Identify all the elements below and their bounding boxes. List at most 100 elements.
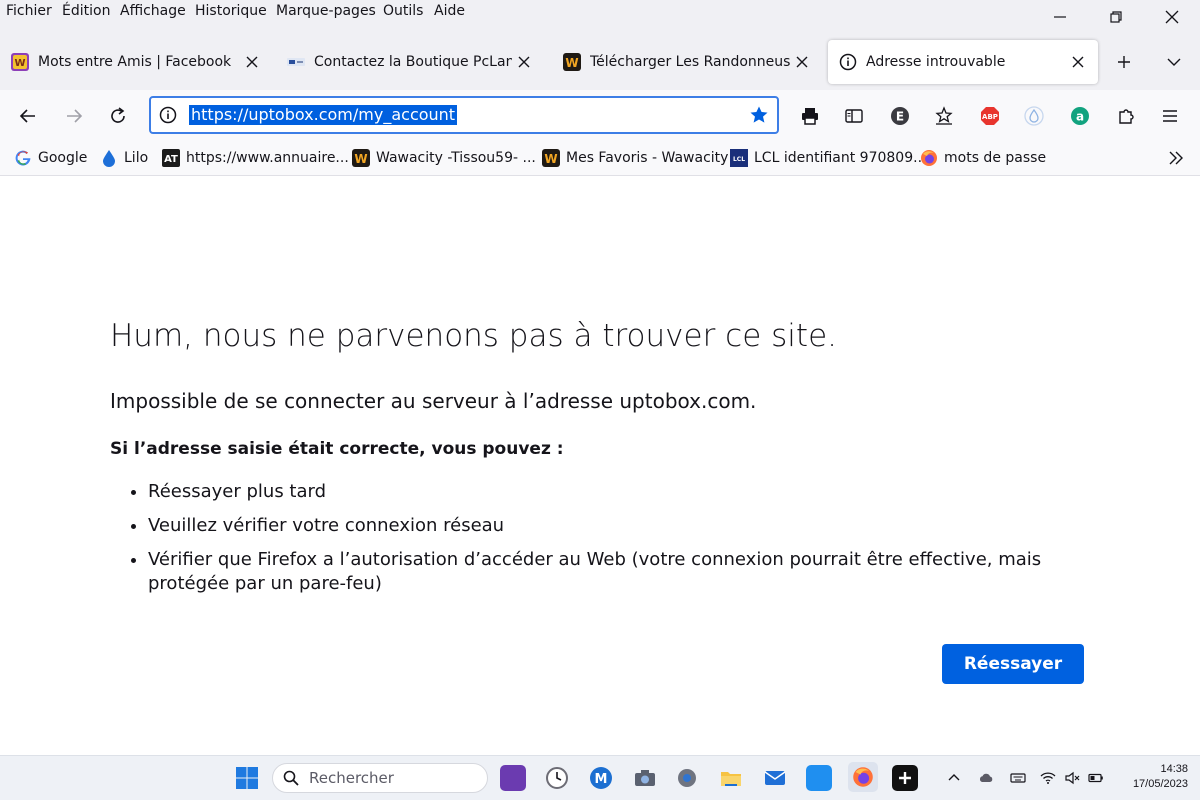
tab-adresse-introuvable[interactable]: Adresse introuvable (828, 40, 1098, 84)
extension-star-button[interactable] (930, 102, 958, 130)
url-text[interactable]: https://uptobox.com/my_account (189, 105, 458, 125)
tab-close-button[interactable] (512, 50, 536, 74)
bookmark-mes-favoris[interactable]: W Mes Favoris - Wawacity (542, 146, 728, 170)
plus-icon (1118, 56, 1130, 68)
bookmark-lcl[interactable]: LCL LCL identifiant 970809... (730, 146, 926, 170)
reload-button[interactable] (104, 102, 132, 130)
search-placeholder: Rechercher (309, 769, 394, 787)
reload-icon (111, 107, 125, 123)
menu-affichage[interactable]: Affichage (120, 3, 186, 19)
svg-text:M: M (595, 772, 608, 787)
tab-wawacity[interactable]: W Télécharger Les Randonneuses - (552, 40, 822, 84)
antidote-extension-button[interactable]: a (1066, 102, 1094, 130)
print-button[interactable] (796, 102, 824, 130)
double-chevron-right-icon (1169, 151, 1183, 165)
extensions-button[interactable] (1112, 102, 1140, 130)
app-mail-icon[interactable] (762, 765, 788, 791)
bookmarks-overflow-button[interactable] (1162, 144, 1190, 172)
adblock-plus-button[interactable]: ABP (976, 102, 1004, 130)
close-window-button[interactable] (1144, 0, 1200, 34)
bookmark-lilo[interactable]: Lilo (100, 146, 148, 170)
app-camera-icon[interactable] (632, 765, 658, 791)
printer-icon (802, 108, 818, 125)
menu-aide[interactable]: Aide (434, 3, 465, 19)
address-bar[interactable]: https://uptobox.com/my_account (149, 96, 779, 134)
list-tabs-button[interactable] (1152, 44, 1196, 80)
keyboard-button[interactable] (1008, 768, 1028, 788)
extension-e-button[interactable]: E (886, 102, 914, 130)
menu-historique[interactable]: Historique (195, 3, 267, 19)
app-malwarebytes-icon[interactable]: M (588, 765, 614, 791)
menu-outils[interactable]: Outils (383, 3, 423, 19)
tab-close-button[interactable] (1066, 50, 1090, 74)
lilo-drop-icon (1024, 106, 1044, 126)
tray-overflow-button[interactable] (944, 768, 964, 788)
star-tray-icon (935, 106, 953, 125)
new-tab-button[interactable] (1102, 44, 1146, 80)
menu-fichier[interactable]: Fichier (6, 3, 52, 19)
search-icon (283, 770, 299, 786)
wawacity-icon: W (542, 149, 560, 167)
wifi-button[interactable] (1038, 768, 1058, 788)
chevron-down-icon (1167, 58, 1181, 66)
volume-button[interactable] (1062, 768, 1082, 788)
svg-text:W: W (354, 152, 367, 166)
taskbar-clock[interactable]: 14:38 17/05/2023 (1108, 762, 1188, 792)
start-button[interactable] (234, 765, 260, 791)
tab-close-button[interactable] (240, 50, 264, 74)
close-icon (796, 56, 808, 68)
bookmark-mots-de-passe[interactable]: mots de passe (920, 146, 1046, 170)
menu-marque-pages[interactable]: Marque-pages (276, 3, 376, 19)
app-plus-icon[interactable] (892, 765, 918, 791)
tab-close-button[interactable] (790, 50, 814, 74)
retry-button[interactable]: Réessayer (942, 644, 1084, 684)
svg-text:W: W (14, 58, 25, 69)
hamburger-icon (1163, 110, 1177, 122)
lilo-drop-icon (100, 149, 118, 167)
tab-title: Mots entre Amis | Facebook (38, 54, 232, 70)
app-mickey-icon[interactable] (500, 765, 526, 791)
reader-view-button[interactable] (840, 102, 868, 130)
keyboard-icon (1010, 773, 1026, 783)
tab-title: Télécharger Les Randonneuses - (590, 54, 790, 70)
app-file-explorer-icon[interactable] (718, 765, 744, 791)
bookmark-annuaire[interactable]: AT https://www.annuaire... (162, 146, 349, 170)
tab-facebook[interactable]: W Mots entre Amis | Facebook (0, 40, 272, 84)
bookmark-label: Google (38, 150, 88, 166)
lilo-extension-button[interactable] (1020, 102, 1048, 130)
bookmark-label: LCL identifiant 970809... (754, 150, 927, 166)
forward-button[interactable] (60, 102, 88, 130)
close-icon (518, 56, 530, 68)
list-item: Réessayer plus tard (148, 480, 1108, 504)
app-settings-icon[interactable] (674, 765, 700, 791)
svg-text:AT: AT (164, 154, 178, 165)
site-info-icon[interactable] (159, 106, 177, 124)
app-clock-icon[interactable] (544, 765, 570, 791)
minimize-icon (1054, 16, 1066, 18)
bookmark-label: https://www.annuaire... (186, 150, 349, 166)
app-firefox-icon[interactable] (848, 762, 878, 792)
bookmark-star-icon[interactable] (749, 105, 769, 125)
app-menu-button[interactable] (1156, 102, 1184, 130)
app-prime-video-icon[interactable] (806, 765, 832, 791)
svg-text:LCL: LCL (733, 156, 745, 163)
bookmark-wawacity-tissou[interactable]: W Wawacity -Tissou59- ... (352, 146, 536, 170)
svg-text:a: a (1076, 110, 1084, 124)
back-button[interactable] (14, 102, 42, 130)
battery-button[interactable] (1086, 768, 1106, 788)
google-icon (14, 149, 32, 167)
clock-date: 17/05/2023 (1132, 778, 1188, 790)
menu-edition[interactable]: Édition (62, 3, 110, 19)
taskbar-search[interactable]: Rechercher (272, 763, 488, 793)
bookmark-google[interactable]: Google (14, 146, 87, 170)
wawacity-icon: W (562, 52, 582, 72)
restore-button[interactable] (1088, 0, 1144, 34)
arrow-right-icon (67, 109, 83, 123)
info-icon (838, 52, 858, 72)
tab-pcland[interactable]: Contactez la Boutique PcLanD ra (276, 40, 544, 84)
minimize-button[interactable] (1032, 0, 1088, 34)
svg-text:W: W (544, 152, 557, 166)
annuaire-icon: AT (162, 149, 180, 167)
puzzle-icon (1119, 109, 1134, 124)
onedrive-button[interactable] (976, 768, 996, 788)
